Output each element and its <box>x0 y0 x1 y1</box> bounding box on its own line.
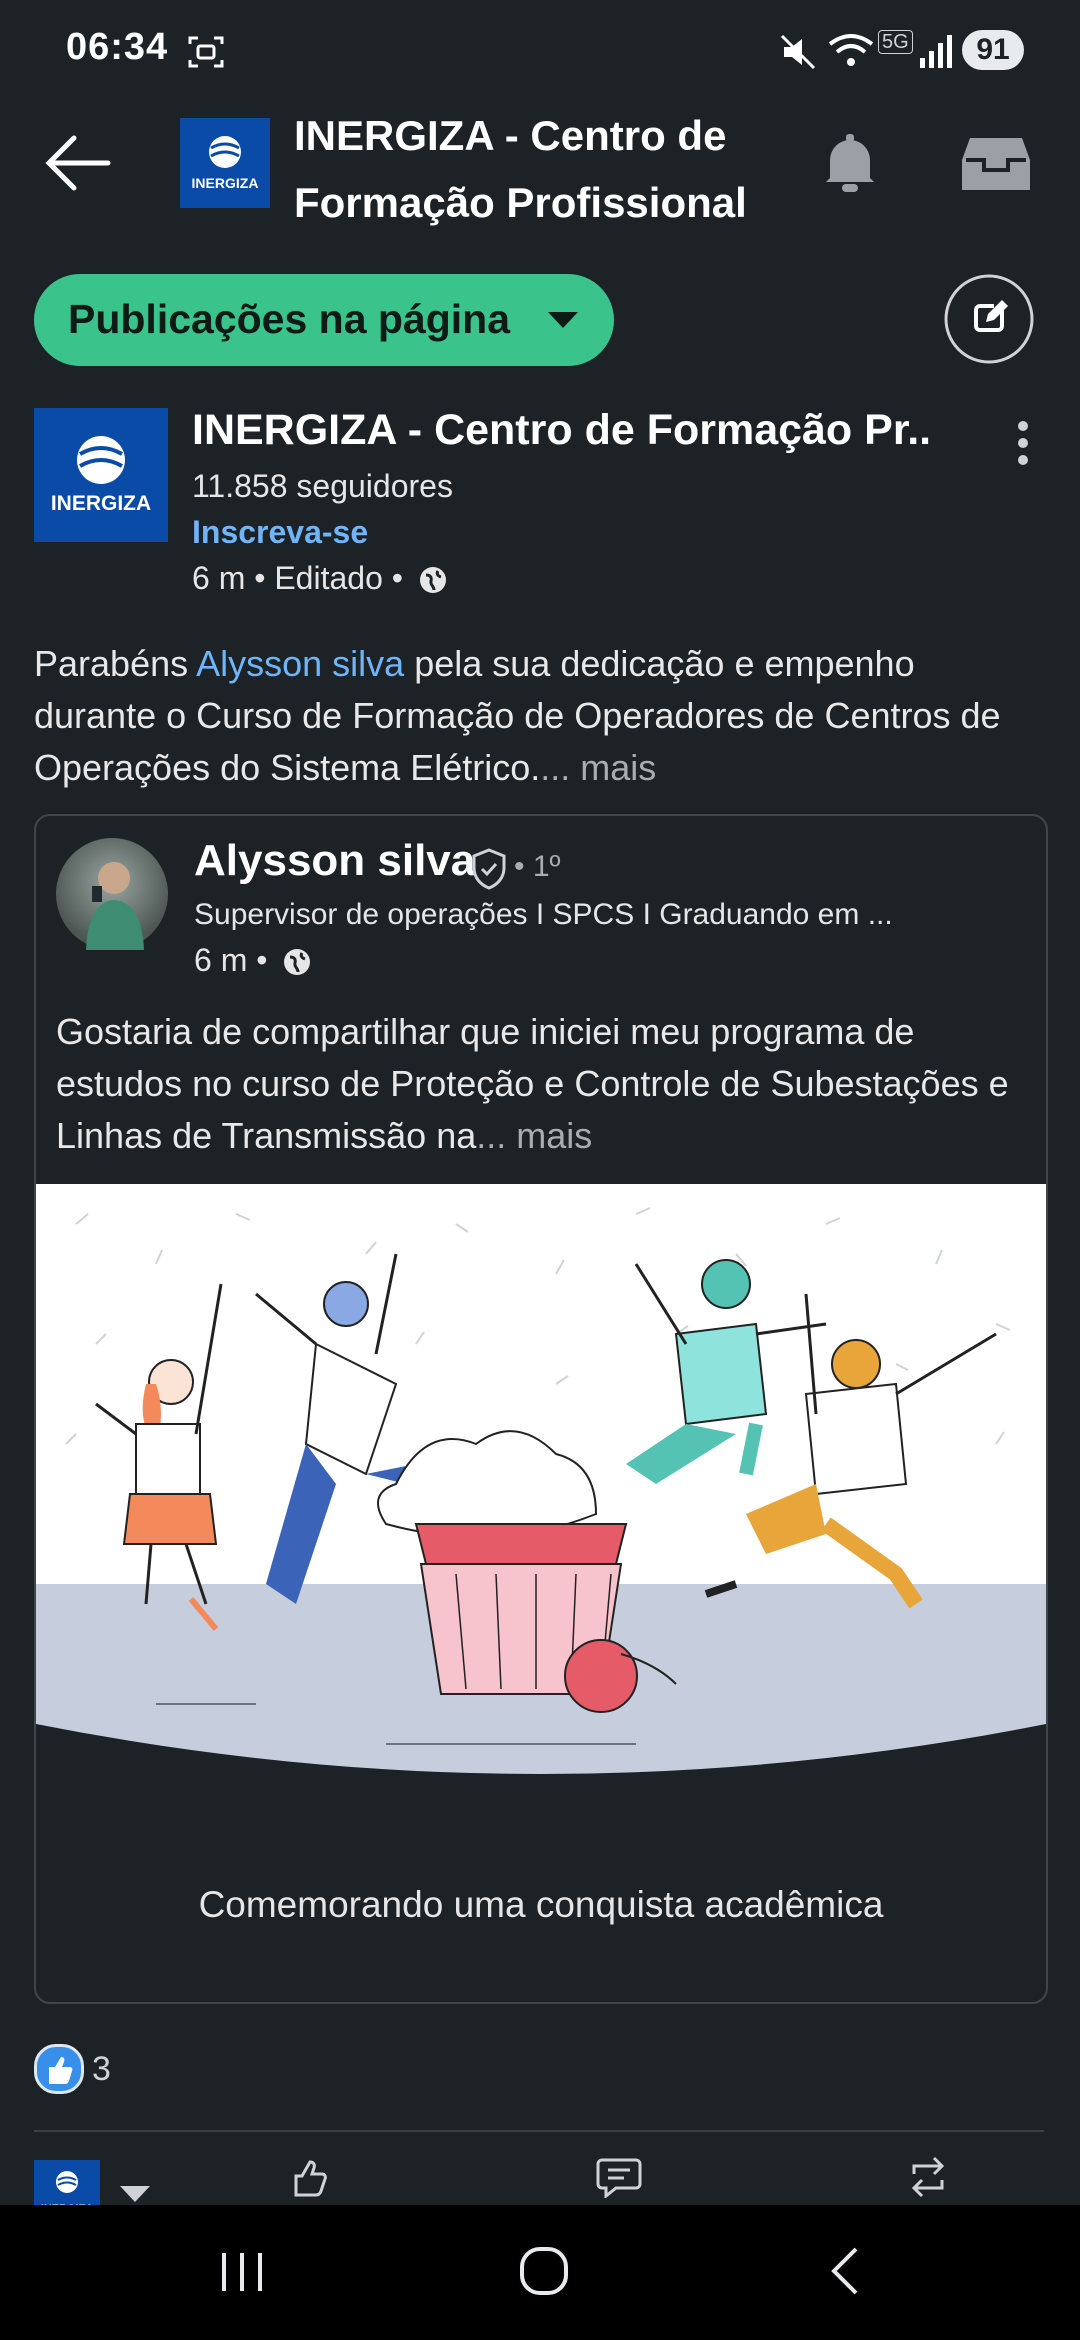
follower-count: 11.858 seguidores <box>192 468 453 504</box>
repost-icon[interactable] <box>906 2154 950 2200</box>
shared-post-card[interactable]: Alysson silva • 1º Supervisor de operaçõ… <box>34 814 1048 2004</box>
like-reaction-icon[interactable] <box>34 2044 84 2094</box>
status-time: 06:34 <box>66 26 169 68</box>
back-arrow-icon[interactable] <box>42 130 112 196</box>
home-icon[interactable] <box>518 2245 570 2297</box>
avatar[interactable] <box>56 838 168 950</box>
page-title: INERGIZA - Centro de Formação Profission… <box>294 112 747 226</box>
svg-text:INERGIZA: INERGIZA <box>51 492 151 515</box>
globe-icon <box>419 567 446 593</box>
post-meta: 6 m • Editado • <box>192 560 448 597</box>
shared-author-headline: Supervisor de operações I SPCS I Graduan… <box>194 898 893 931</box>
like-icon[interactable] <box>288 2154 332 2198</box>
verified-shield-icon <box>472 848 506 890</box>
svg-text:INERGIZA: INERGIZA <box>192 175 259 191</box>
divider <box>34 2130 1044 2132</box>
notifications-bell-icon[interactable] <box>820 132 880 194</box>
inbox-icon[interactable] <box>962 134 1030 190</box>
post-author-name[interactable]: INERGIZA - Centro de Formação Pr... <box>192 406 932 455</box>
more-options-icon[interactable] <box>1010 418 1036 468</box>
actor-avatar[interactable]: INERGIZA <box>34 2160 100 2206</box>
shared-card-caption: Comemorando uma conquista acadêmica <box>198 1884 884 1925</box>
back-nav-icon[interactable] <box>826 2245 866 2297</box>
see-more-link[interactable]: ... mais <box>476 1115 592 1156</box>
battery-indicator: 91 <box>962 30 1024 70</box>
caret-down-icon <box>548 312 578 328</box>
signal-icon <box>920 35 952 68</box>
shared-post-text: Gostaria de compartilhar que iniciei meu… <box>56 1011 1009 1156</box>
system-navigation-bar <box>0 2205 1080 2340</box>
filter-label: Publicações na página <box>68 296 511 342</box>
compose-button[interactable] <box>944 274 1072 364</box>
shared-author-name[interactable]: Alysson silva <box>194 836 475 886</box>
post-action-bar: INERGIZA <box>0 2140 1080 2206</box>
recent-apps-icon[interactable] <box>216 2249 268 2295</box>
shared-timestamp: 6 m • <box>194 942 268 978</box>
globe-icon <box>284 949 311 975</box>
mention-link[interactable]: Alysson silva <box>196 643 404 684</box>
company-logo[interactable]: INERGIZA <box>180 118 270 208</box>
shared-post-meta: 6 m • <box>194 942 312 979</box>
comment-icon[interactable] <box>596 2156 642 2198</box>
network-5g-badge: 5G <box>878 30 913 54</box>
status-bar: 06:34 5G 91 <box>0 0 1080 100</box>
celebration-illustration[interactable] <box>36 1184 1046 1796</box>
reaction-count[interactable]: 3 <box>92 2050 111 2089</box>
post-timestamp: 6 m • Editado • <box>192 560 403 596</box>
post-author-logo[interactable]: INERGIZA <box>34 408 168 542</box>
connection-degree: • 1º <box>514 850 561 883</box>
screenshot-icon <box>188 36 224 68</box>
actor-switch-caret-icon[interactable] <box>118 2184 152 2204</box>
post-text: Parabéns Alysson silva pela sua dedicaçã… <box>34 643 1001 788</box>
subscribe-link[interactable]: Inscreva-se <box>192 514 368 551</box>
mute-icon <box>780 34 816 70</box>
see-more-link[interactable]: ... mais <box>540 747 656 788</box>
posts-filter-dropdown[interactable]: Publicações na página <box>34 274 614 366</box>
wifi-icon <box>828 34 874 66</box>
